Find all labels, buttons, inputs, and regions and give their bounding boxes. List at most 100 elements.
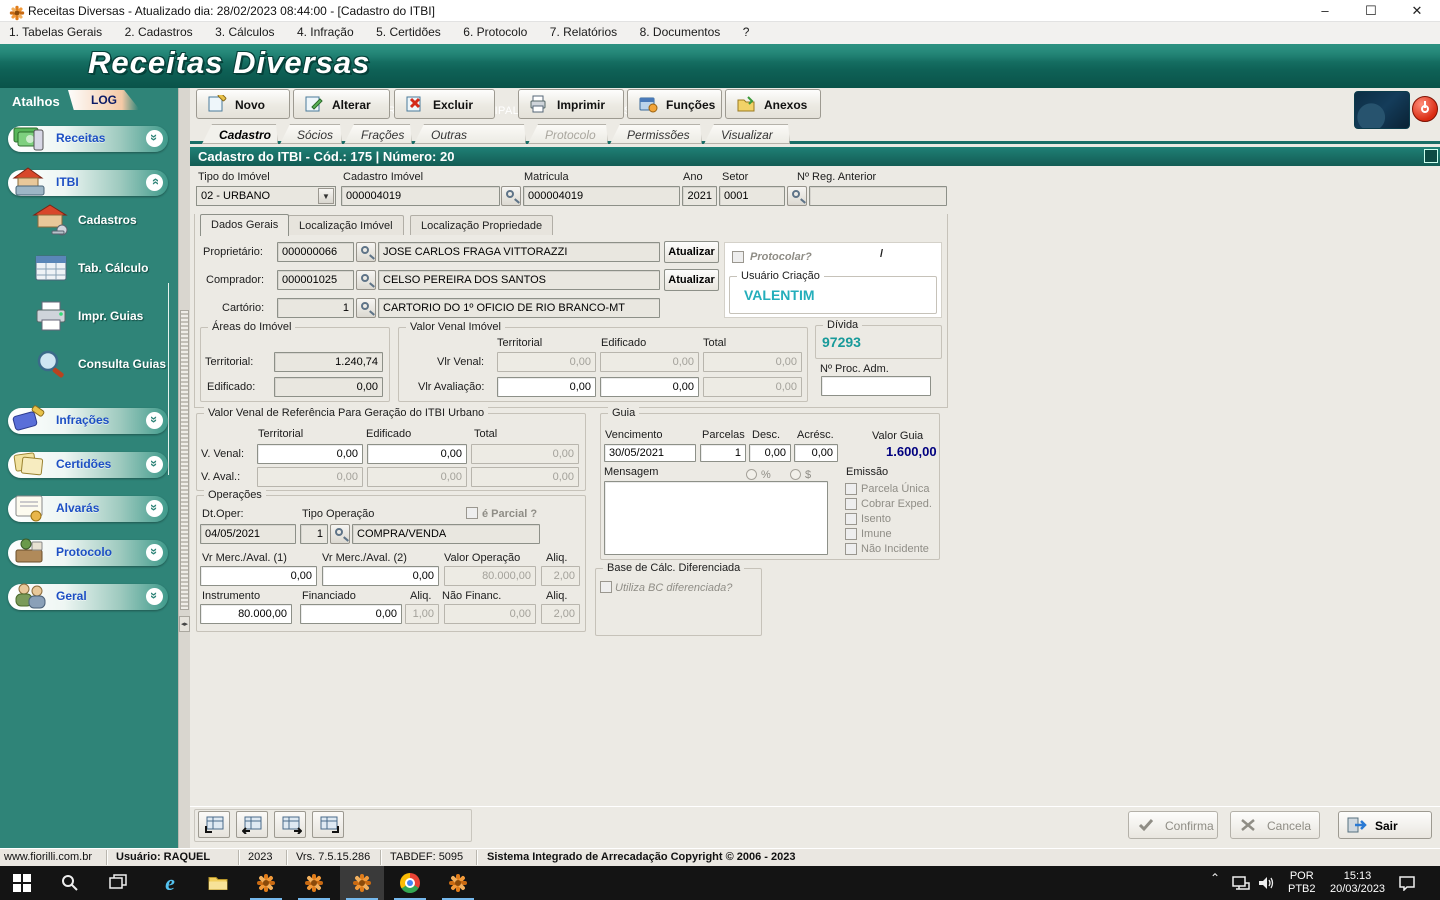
vlr-avaliacao-territorial-field[interactable]: 0,00	[497, 377, 596, 397]
comprador-search-icon[interactable]	[356, 270, 376, 290]
financiado-field[interactable]: 0,00	[300, 604, 402, 624]
atualizar-comprador-button[interactable]: Atualizar	[664, 269, 719, 291]
setor-field[interactable]: 0001	[719, 186, 785, 206]
tipo-imovel-select[interactable]: 02 - URBANO ▼	[196, 186, 336, 206]
setor-search-icon[interactable]	[787, 186, 807, 206]
sidebar-item-impr-guias[interactable]: Impr. Guias	[30, 296, 170, 336]
proprietario-search-icon[interactable]	[356, 242, 376, 262]
atualizar-proprietario-button[interactable]: Atualizar	[664, 241, 719, 263]
taskbar-app3-button-active[interactable]	[340, 866, 384, 900]
tray-chevron[interactable]: ⌃	[1208, 866, 1228, 900]
menu-relatorios[interactable]: 7. Relatórios	[541, 22, 626, 44]
sair-button[interactable]: Sair	[1338, 811, 1432, 839]
network-icon[interactable]	[1232, 866, 1256, 900]
taskbar-app2-button[interactable]	[292, 866, 336, 900]
funcoes-button[interactable]: Funções	[627, 89, 722, 119]
imprimir-button[interactable]: Imprimir	[518, 89, 624, 119]
protocolar-checkbox[interactable]	[732, 251, 744, 263]
dollar-radio[interactable]	[790, 469, 801, 480]
menu-infracao[interactable]: 4. Infração	[288, 22, 363, 44]
cartorio-name-field[interactable]: CARTORIO DO 1º OFICIO DE RIO BRANCO-MT	[378, 298, 660, 318]
sidebar-group-infracoes[interactable]: Infrações »	[8, 405, 168, 434]
notification-center-icon[interactable]	[1398, 866, 1428, 900]
nao-incidente-checkbox[interactable]	[845, 543, 857, 555]
tipo-operacao-search-icon[interactable]	[330, 524, 350, 544]
language-indicator[interactable]: POR PTB2	[1284, 866, 1322, 900]
tipo-operacao-code-field[interactable]: 1	[300, 524, 328, 544]
tab-outras-receitas[interactable]: Outras Receitas	[414, 124, 526, 144]
tab-protocolo[interactable]: Protocolo	[528, 124, 608, 144]
excluir-button[interactable]: Excluir	[394, 89, 495, 119]
cadastro-imovel-field[interactable]: 000004019	[341, 186, 500, 206]
tab-visualizar[interactable]: Visualizar	[704, 124, 790, 144]
tipo-operacao-name-field[interactable]: COMPRA/VENDA	[352, 524, 540, 544]
vr-merc1-field[interactable]: 0,00	[200, 566, 317, 586]
prev-record-button[interactable]	[236, 811, 268, 838]
menu-documentos[interactable]: 8. Documentos	[631, 22, 730, 44]
chevron-down-icon[interactable]: »	[146, 412, 163, 429]
task-view-button[interactable]	[96, 866, 140, 900]
instrumento-field[interactable]: 80.000,00	[200, 604, 292, 624]
mensagem-textarea[interactable]	[604, 481, 828, 555]
confirma-button[interactable]: Confirma	[1128, 811, 1218, 839]
cartorio-search-icon[interactable]	[356, 298, 376, 318]
proc-adm-field[interactable]	[821, 376, 931, 396]
cartorio-code-field[interactable]: 1	[277, 298, 354, 318]
v-venal-edificado-field[interactable]: 0,00	[367, 444, 467, 464]
first-record-button[interactable]	[198, 811, 230, 838]
sidebar-scrollbar[interactable]: ◂▸	[178, 88, 190, 855]
chevron-down-icon[interactable]: »	[146, 500, 163, 517]
cadastro-imovel-search-icon[interactable]	[501, 186, 521, 206]
sidebar-group-alvaras[interactable]: Alvarás »	[8, 495, 168, 522]
innertab-localizacao-propriedade[interactable]: Localização Propriedade	[410, 215, 554, 235]
log-tab[interactable]: LOG	[68, 90, 140, 110]
taskbar-chrome-button[interactable]	[388, 866, 432, 900]
sidebar-group-protocolo[interactable]: Protocolo »	[8, 538, 168, 566]
novo-button[interactable]: Novo	[196, 89, 290, 119]
imune-checkbox[interactable]	[845, 528, 857, 540]
tab-permissoes[interactable]: Permissões	[610, 124, 702, 144]
cancela-button[interactable]: Cancela	[1230, 811, 1320, 839]
desc-field[interactable]: 0,00	[749, 444, 791, 462]
v-venal-territorial-field[interactable]: 0,00	[257, 444, 363, 464]
sidebar-item-tab-calculo[interactable]: Tab. Cálculo	[30, 248, 170, 288]
vencimento-field[interactable]: 30/05/2021	[604, 444, 696, 462]
parcela-unica-checkbox[interactable]	[845, 483, 857, 495]
acresc-field[interactable]: 0,00	[794, 444, 838, 462]
tab-cadastro[interactable]: Cadastro	[202, 124, 278, 144]
vlr-avaliacao-edificado-field[interactable]: 0,00	[600, 377, 699, 397]
chevron-down-icon[interactable]: »	[146, 544, 163, 561]
maximize-button[interactable]: ☐	[1348, 0, 1394, 22]
next-record-button[interactable]	[274, 811, 306, 838]
sidebar-group-geral[interactable]: Geral »	[8, 583, 168, 610]
menu-protocolo[interactable]: 6. Protocolo	[454, 22, 536, 44]
taskbar-explorer-button[interactable]	[196, 866, 240, 900]
cobrar-exped-checkbox[interactable]	[845, 498, 857, 510]
proprietario-name-field[interactable]: JOSE CARLOS FRAGA VITTORAZZI	[378, 242, 660, 262]
sidebar-item-cadastros[interactable]: Cadastros	[30, 200, 170, 240]
anexos-button[interactable]: Anexos	[725, 89, 821, 119]
chevron-down-icon[interactable]: »	[146, 456, 163, 473]
tab-socios[interactable]: Sócios	[280, 124, 342, 144]
volume-icon[interactable]	[1258, 866, 1282, 900]
taskbar-app4-button[interactable]	[436, 866, 480, 900]
utiliza-bc-checkbox[interactable]	[600, 581, 612, 593]
chevron-down-icon[interactable]: »	[146, 588, 163, 605]
chevron-up-icon[interactable]: »	[146, 174, 163, 191]
menu-cadastros[interactable]: 2. Cadastros	[116, 22, 202, 44]
minimize-button[interactable]: –	[1302, 0, 1348, 22]
alterar-button[interactable]: Alterar	[293, 89, 390, 119]
matricula-field[interactable]: 000004019	[523, 186, 680, 206]
scrollbar-thumb[interactable]	[180, 310, 189, 610]
dt-oper-field[interactable]: 04/05/2021	[200, 524, 296, 544]
ano-field[interactable]: 2021	[682, 186, 717, 206]
isento-checkbox[interactable]	[845, 513, 857, 525]
innertab-localizacao-imovel[interactable]: Localização Imóvel	[288, 215, 404, 235]
last-record-button[interactable]	[312, 811, 344, 838]
taskbar-ie-button[interactable]: e	[148, 866, 192, 900]
dropdown-arrow-icon[interactable]: ▼	[318, 188, 334, 204]
comprador-code-field[interactable]: 000001025	[277, 270, 354, 290]
reg-anterior-field[interactable]	[809, 186, 947, 206]
parcelas-field[interactable]: 1	[700, 444, 746, 462]
sidebar-group-receitas[interactable]: Receitas »	[8, 126, 168, 152]
